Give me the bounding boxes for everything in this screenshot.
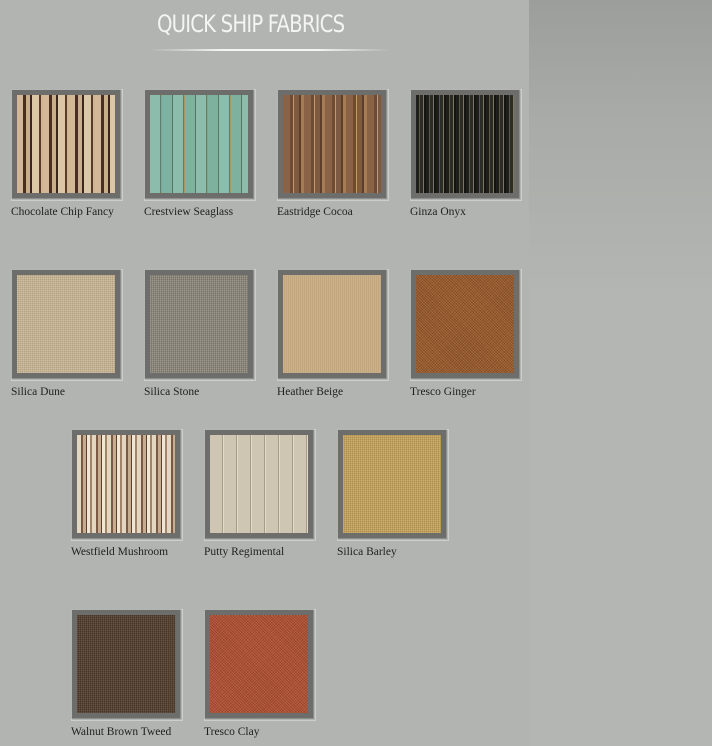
fabric-name: Silica Stone (144, 386, 200, 398)
fabric-swatch-image[interactable] (11, 269, 123, 381)
title-divider (150, 49, 390, 51)
fabric-texture (343, 435, 441, 533)
fabric-name: Crestview Seaglass (144, 206, 234, 218)
fabric-name: Ginza Onyx (410, 206, 466, 218)
fabric-name: Heather Beige (277, 386, 344, 398)
fabric-name: Silica Barley (337, 546, 397, 558)
fabric-texture (150, 95, 248, 193)
fabric-name: Putty Regimental (204, 546, 285, 558)
fabric-swatch-eastridge-cocoa[interactable]: Eastridge Cocoa (277, 89, 389, 218)
fabric-name: Eastridge Cocoa (277, 206, 353, 218)
fabric-texture (77, 435, 175, 533)
fabric-texture (283, 95, 381, 193)
fabric-swatch-image[interactable] (71, 609, 183, 721)
fabric-swatch-image[interactable] (144, 89, 256, 201)
fabric-swatch-tresco-ginger[interactable]: Tresco Ginger (410, 269, 522, 398)
fabric-swatch-putty-regimental[interactable]: Putty Regimental (204, 429, 316, 558)
right-background-panel (529, 0, 712, 746)
fabric-texture (77, 615, 175, 713)
fabric-name: Westfield Mushroom (71, 546, 169, 558)
fabric-texture (17, 95, 115, 193)
fabric-swatch-image[interactable] (277, 269, 389, 381)
fabric-texture (210, 615, 308, 713)
fabric-swatch-chocolate-chip-fancy[interactable]: Chocolate Chip Fancy (11, 89, 123, 218)
fabric-texture (17, 275, 115, 373)
fabric-swatch-image[interactable] (204, 429, 316, 541)
page-title: QUICK SHIP FABRICS (157, 10, 345, 38)
fabric-swatch-westfield-mushroom[interactable]: Westfield Mushroom (71, 429, 183, 558)
fabric-texture (283, 275, 381, 373)
fabric-swatch-image[interactable] (410, 89, 522, 201)
fabric-swatch-image[interactable] (71, 429, 183, 541)
fabric-swatch-heather-beige[interactable]: Heather Beige (277, 269, 389, 398)
fabric-swatch-ginza-onyx[interactable]: Ginza Onyx (410, 89, 522, 218)
fabric-swatch-image[interactable] (277, 89, 389, 201)
fabric-swatch-image[interactable] (410, 269, 522, 381)
fabric-swatch-silica-dune[interactable]: Silica Dune (11, 269, 123, 398)
fabric-swatch-crestview-seaglass[interactable]: Crestview Seaglass (144, 89, 256, 218)
fabric-name: Tresco Ginger (410, 386, 476, 398)
fabric-swatch-image[interactable] (144, 269, 256, 381)
fabric-texture (210, 435, 308, 533)
fabric-swatch-silica-barley[interactable]: Silica Barley (337, 429, 449, 558)
fabric-name: Chocolate Chip Fancy (11, 206, 114, 218)
fabric-swatch-walnut-brown-tweed[interactable]: Walnut Brown Tweed (71, 609, 183, 738)
fabric-name: Silica Dune (11, 386, 65, 398)
fabric-texture (416, 275, 514, 373)
fabric-name: Tresco Clay (204, 726, 260, 738)
fabric-swatch-image[interactable] (11, 89, 123, 201)
fabric-texture (150, 275, 248, 373)
fabric-texture (416, 95, 514, 193)
fabric-swatch-image[interactable] (337, 429, 449, 541)
fabric-swatch-silica-stone[interactable]: Silica Stone (144, 269, 256, 398)
fabric-name: Walnut Brown Tweed (71, 726, 172, 738)
fabric-swatch-image[interactable] (204, 609, 316, 721)
fabric-swatch-tresco-clay[interactable]: Tresco Clay (204, 609, 316, 738)
